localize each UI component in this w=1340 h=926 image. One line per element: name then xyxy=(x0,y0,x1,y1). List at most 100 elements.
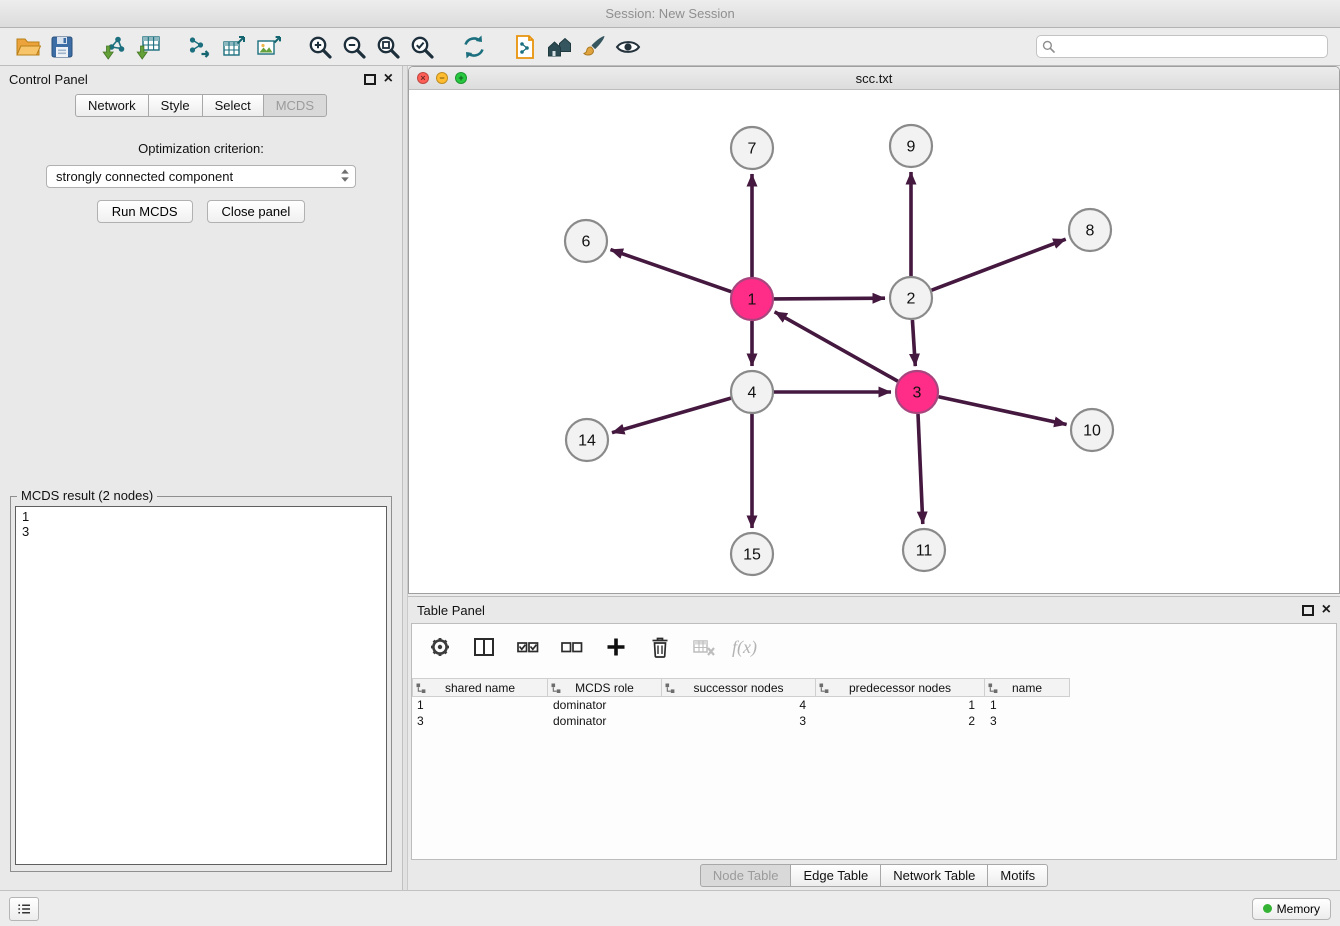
apply-style-button[interactable] xyxy=(578,31,610,63)
graph-node-10[interactable]: 10 xyxy=(1071,409,1113,451)
network-from-selection-button[interactable] xyxy=(184,31,216,63)
graph-node-6[interactable]: 6 xyxy=(565,220,607,262)
apply-layout-button[interactable] xyxy=(458,31,490,63)
tab-mcds[interactable]: MCDS xyxy=(263,94,327,117)
graph-node-14[interactable]: 14 xyxy=(566,419,608,461)
graph-edge-1-6[interactable] xyxy=(611,250,732,292)
split-panel-icon xyxy=(472,635,496,659)
select-all-columns-button[interactable] xyxy=(512,631,544,663)
tab-network[interactable]: Network xyxy=(75,94,149,117)
table-panel-title: Table Panel xyxy=(417,603,1294,618)
table-row[interactable]: 3dominator323 xyxy=(412,713,1336,729)
table-tab-edge-table[interactable]: Edge Table xyxy=(790,864,881,887)
column-header-label: MCDS role xyxy=(575,681,634,695)
graph-node-2[interactable]: 2 xyxy=(890,277,932,319)
graph-node-15[interactable]: 15 xyxy=(731,533,773,575)
graph-edge-2-8[interactable] xyxy=(932,239,1066,290)
table-row[interactable]: 1dominator411 xyxy=(412,697,1336,713)
table-tab-motifs[interactable]: Motifs xyxy=(987,864,1048,887)
svg-text:14: 14 xyxy=(578,433,596,450)
graph-node-7[interactable]: 7 xyxy=(731,127,773,169)
column-tree-icon xyxy=(551,683,561,694)
main-toolbar-icons xyxy=(12,31,644,63)
show-hide-button[interactable] xyxy=(612,31,644,63)
control-panel-title: Control Panel xyxy=(9,72,356,87)
split-panel-button[interactable] xyxy=(468,631,500,663)
table-tab-network-table[interactable]: Network Table xyxy=(880,864,988,887)
column-header-predecessor-nodes[interactable]: predecessor nodes xyxy=(816,678,985,697)
graph-edge-1-2[interactable] xyxy=(774,298,885,299)
memory-label: Memory xyxy=(1277,902,1320,916)
network-canvas[interactable]: 7 9 6 8 1 2 4 3 14 10 15 11 xyxy=(409,90,1339,593)
delete-table-button[interactable] xyxy=(688,631,720,663)
open-session-icon xyxy=(15,34,41,60)
zoom-window-button[interactable]: + xyxy=(455,72,467,84)
graph-node-4[interactable]: 4 xyxy=(731,371,773,413)
import-table-button[interactable] xyxy=(132,31,164,63)
export-image-button[interactable] xyxy=(252,31,284,63)
neighbors-document-icon xyxy=(513,34,539,60)
column-header-successor-nodes[interactable]: successor nodes xyxy=(662,678,816,697)
window-titlebar: Session: New Session xyxy=(0,0,1340,28)
mcds-result-text[interactable]: 1 3 xyxy=(15,506,387,865)
zoom-in-button[interactable] xyxy=(304,31,336,63)
zoom-out-icon xyxy=(341,34,367,60)
graph-node-11[interactable]: 11 xyxy=(903,529,945,571)
table-panel: Table Panel × f(x) shared name MCDS role s… xyxy=(408,596,1340,890)
minimize-window-button[interactable]: − xyxy=(436,72,448,84)
table-cell: 3 xyxy=(412,714,548,728)
graph-edge-2-3[interactable] xyxy=(912,320,915,366)
zoom-fit-button[interactable] xyxy=(372,31,404,63)
network-from-selection-icon xyxy=(187,34,213,60)
column-tree-icon xyxy=(819,683,829,694)
svg-text:11: 11 xyxy=(916,543,933,560)
import-network-button[interactable] xyxy=(98,31,130,63)
criterion-select[interactable]: strongly connected component xyxy=(46,165,356,188)
graph-edge-4-14[interactable] xyxy=(612,398,731,433)
graph-node-8[interactable]: 8 xyxy=(1069,209,1111,251)
delete-column-icon xyxy=(648,635,672,659)
tab-style[interactable]: Style xyxy=(148,94,203,117)
graph-edge-3-11[interactable] xyxy=(918,414,923,524)
column-header-name[interactable]: name xyxy=(985,678,1070,697)
control-panel-close-button[interactable]: × xyxy=(384,71,393,87)
graph-node-3[interactable]: 3 xyxy=(896,371,938,413)
network-view-window: × − + scc.txt 7968124314101511 xyxy=(408,66,1340,594)
apply-style-icon xyxy=(581,34,607,60)
save-session-button[interactable] xyxy=(46,31,78,63)
delete-column-button[interactable] xyxy=(644,631,676,663)
column-settings-button[interactable] xyxy=(424,631,456,663)
tab-select[interactable]: Select xyxy=(202,94,264,117)
search-input[interactable] xyxy=(1036,35,1328,58)
graphics-details-button[interactable] xyxy=(544,31,576,63)
table-panel-float-button[interactable] xyxy=(1302,605,1314,616)
table-panel-close-button[interactable]: × xyxy=(1322,602,1331,618)
column-header-MCDS-role[interactable]: MCDS role xyxy=(548,678,662,697)
svg-text:3: 3 xyxy=(913,385,922,402)
open-session-button[interactable] xyxy=(12,31,44,63)
main-toolbar xyxy=(0,28,1340,66)
graph-node-9[interactable]: 9 xyxy=(890,125,932,167)
neighbors-document-button[interactable] xyxy=(510,31,542,63)
close-panel-button[interactable]: Close panel xyxy=(207,200,306,223)
graph-edge-3-1[interactable] xyxy=(775,312,898,381)
column-header-shared-name[interactable]: shared name xyxy=(412,678,548,697)
memory-button[interactable]: Memory xyxy=(1252,898,1331,920)
panel-menu-button[interactable] xyxy=(9,897,39,921)
zoom-out-button[interactable] xyxy=(338,31,370,63)
deselect-all-columns-button[interactable] xyxy=(556,631,588,663)
graph-edge-3-10[interactable] xyxy=(939,397,1067,425)
graph-node-1[interactable]: 1 xyxy=(731,278,773,320)
create-column-button[interactable] xyxy=(600,631,632,663)
table-tab-node-table[interactable]: Node Table xyxy=(700,864,792,887)
table-cell: 1 xyxy=(412,698,548,712)
zoom-selected-button[interactable] xyxy=(406,31,438,63)
close-window-button[interactable]: × xyxy=(417,72,429,84)
table-cell: dominator xyxy=(548,714,662,728)
function-builder-button[interactable]: f(x) xyxy=(732,637,757,658)
export-table-button[interactable] xyxy=(218,31,250,63)
run-mcds-button[interactable]: Run MCDS xyxy=(97,200,193,223)
control-panel-float-button[interactable] xyxy=(364,74,376,85)
network-canvas-area: 7 9 6 8 1 2 4 3 14 10 15 11 xyxy=(409,90,1339,594)
search-box xyxy=(1036,35,1328,58)
